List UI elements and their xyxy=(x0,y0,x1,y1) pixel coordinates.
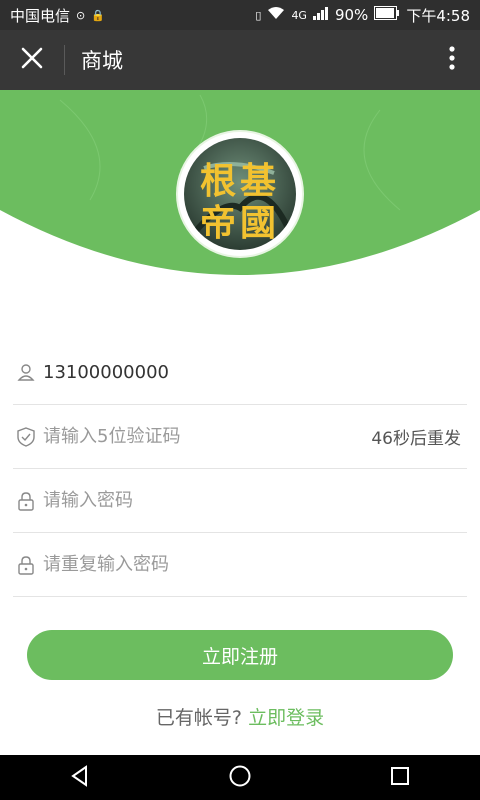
login-prompt: 已有帐号? 立即登录 xyxy=(0,703,480,730)
vibrate-icon: ▯ xyxy=(255,8,262,22)
system-navigation-bar xyxy=(0,755,480,800)
carrier-label: 中国电信 xyxy=(10,6,71,25)
back-triangle-icon xyxy=(69,764,91,791)
recent-apps-button[interactable] xyxy=(370,755,430,800)
lock-icon xyxy=(15,490,37,512)
page-title: 商城 xyxy=(81,49,123,73)
status-bar: 中国电信 ⊙ 🔒 ▯ 4G 90% 下午4:58 xyxy=(0,0,480,30)
back-button[interactable] xyxy=(50,755,110,800)
more-button[interactable] xyxy=(424,30,480,90)
logo-text-line2: 帝國 xyxy=(199,202,280,244)
phone-row xyxy=(13,340,467,405)
home-circle-icon xyxy=(228,764,252,792)
more-vertical-icon xyxy=(449,46,455,74)
user-icon xyxy=(15,361,37,383)
password-repeat-input[interactable] xyxy=(43,544,467,585)
password-row xyxy=(13,469,467,533)
login-link[interactable]: 立即登录 xyxy=(248,707,324,729)
have-account-text: 已有帐号? xyxy=(155,707,243,729)
battery-percent: 90% xyxy=(334,6,369,24)
home-button[interactable] xyxy=(210,755,270,800)
header-bar: 商城 xyxy=(0,30,480,90)
signal-icon xyxy=(312,6,329,24)
header-divider xyxy=(64,45,65,75)
battery-icon xyxy=(374,6,400,24)
resend-code-button[interactable]: 46秒后重发 xyxy=(371,424,461,449)
password-input[interactable] xyxy=(43,480,467,521)
phone-input[interactable] xyxy=(43,352,467,392)
logo-image: 根基 帝國 xyxy=(184,138,296,250)
code-row: 46秒后重发 xyxy=(13,405,467,469)
clock-label: 下午4:58 xyxy=(406,6,470,25)
close-button[interactable] xyxy=(0,30,64,90)
verification-code-input[interactable] xyxy=(43,416,372,457)
register-form: 46秒后重发 xyxy=(13,340,467,597)
recent-square-icon xyxy=(390,766,410,790)
lock-icon xyxy=(15,554,37,576)
wifi-icon xyxy=(267,6,285,24)
notification-icon: ⊙ xyxy=(76,8,86,22)
register-button[interactable]: 立即注册 xyxy=(27,630,453,680)
brand-logo: 根基 帝國 xyxy=(178,132,302,256)
lock-notification-icon: 🔒 xyxy=(91,8,105,22)
password-repeat-row xyxy=(13,533,467,597)
close-icon xyxy=(21,47,43,73)
shield-check-icon xyxy=(15,426,37,448)
network-type-label: 4G xyxy=(291,8,307,22)
